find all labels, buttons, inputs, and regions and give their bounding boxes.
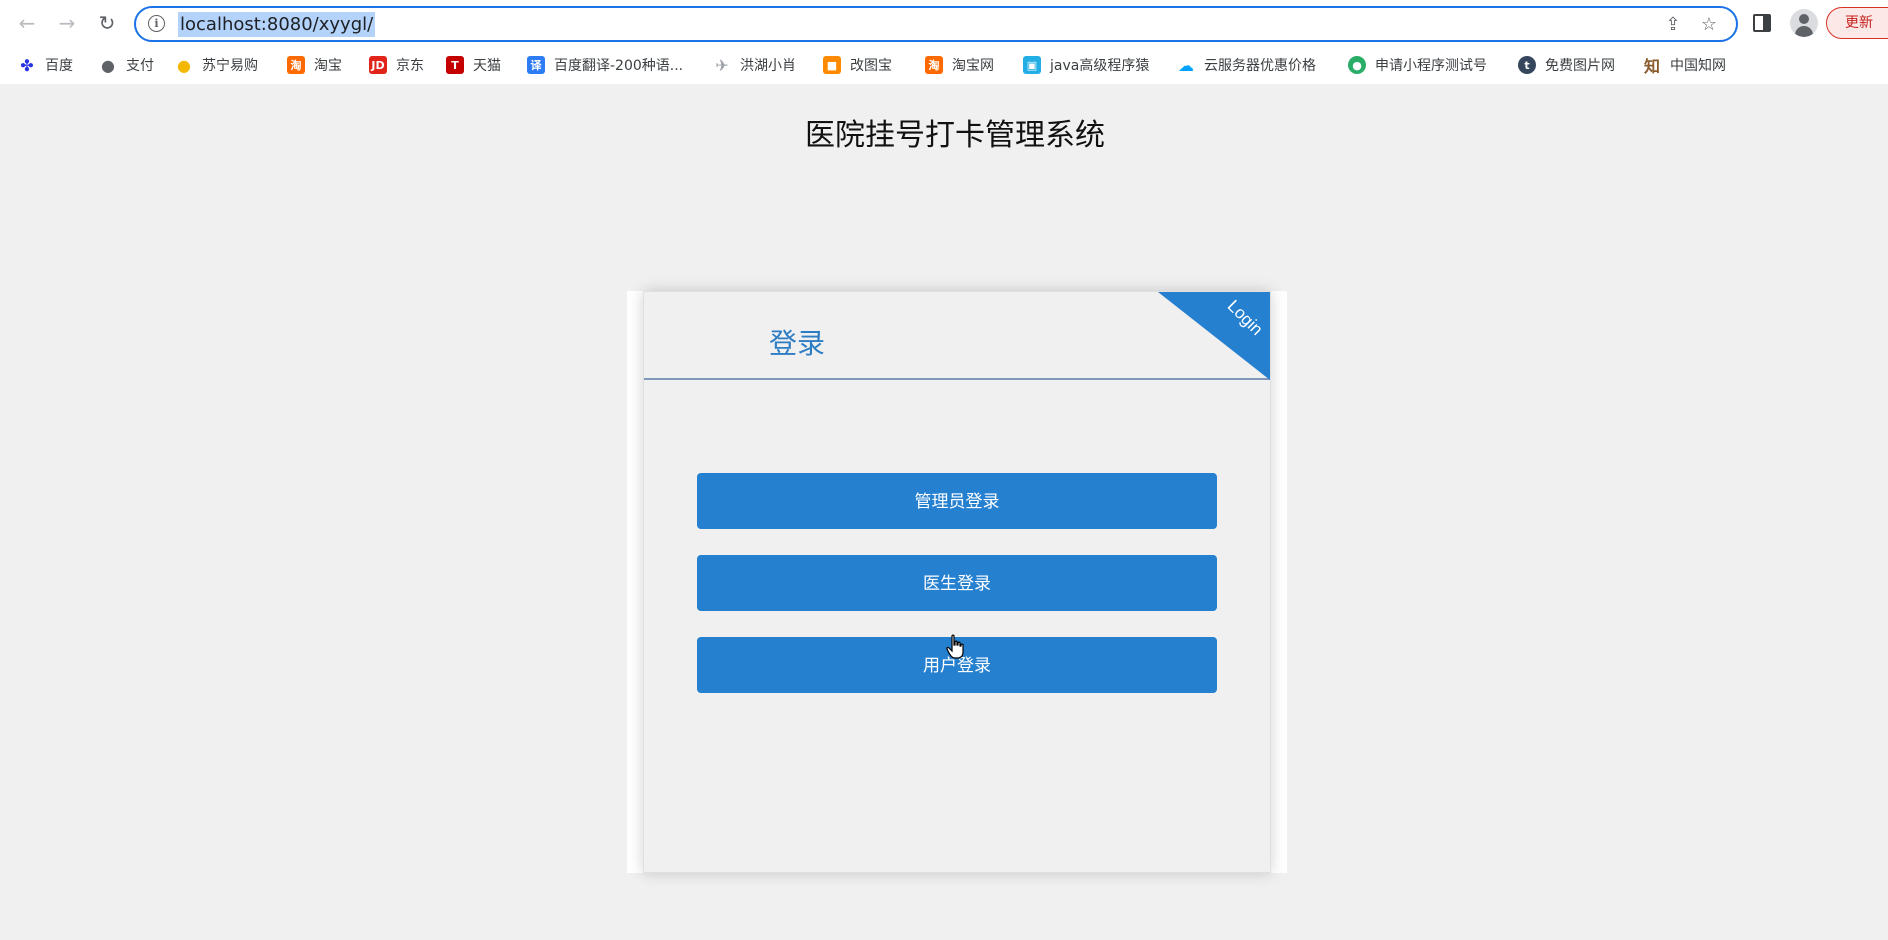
cloud-icon: ☁ [1178, 55, 1194, 75]
admin-login-button[interactable]: 管理员登录 [697, 473, 1217, 529]
bookmark-label: 免费图片网 [1545, 58, 1615, 74]
reload-icon[interactable]: ↻ [94, 10, 120, 36]
tmall-icon: T [446, 56, 464, 74]
bookmark-star-icon[interactable]: ☆ [1698, 14, 1720, 36]
taobao-icon: 淘 [287, 56, 305, 74]
bookmark-label: 京东 [396, 58, 424, 74]
bookmark-label: java高级程序猿 [1050, 58, 1150, 74]
bookmark-label: 中国知网 [1670, 58, 1726, 74]
wechat-icon: ● [1348, 56, 1366, 74]
bilibili-tv-icon: ▣ [1023, 56, 1041, 74]
bookmark-label: 洪湖小肖 [740, 58, 796, 74]
bookmark-label: 苏宁易购 [202, 58, 258, 74]
hand-pointer-cursor-icon [946, 634, 964, 659]
bookmark-label: 云服务器优惠价格 [1204, 58, 1316, 74]
suning-lion-icon: ● [177, 55, 191, 75]
taobao-net-icon: 淘 [925, 56, 943, 74]
forward-arrow-icon[interactable]: → [54, 10, 80, 36]
login-card-header: 登录 Login [644, 292, 1270, 380]
update-button[interactable]: 更新 [1826, 7, 1888, 39]
bookmark-item[interactable]: ■ 改图宝 [823, 54, 892, 76]
bookmark-item[interactable]: ● 支付 [99, 54, 154, 76]
bookmark-label: 改图宝 [850, 58, 892, 74]
bookmark-item[interactable]: ● 苏宁易购 [175, 54, 258, 76]
bookmark-label: 百度 [45, 58, 73, 74]
profile-avatar-icon[interactable] [1790, 9, 1818, 37]
baidu-paw-icon: ✤ [20, 55, 34, 75]
translate-icon: 译 [527, 56, 545, 74]
bookmark-item[interactable]: 淘淘宝 [287, 54, 342, 76]
bookmark-item[interactable]: t 免费图片网 [1518, 54, 1615, 76]
bookmark-item[interactable]: ☁ 云服务器优惠价格 [1177, 54, 1316, 76]
bookmark-item[interactable]: ● 申请小程序测试号 [1348, 54, 1487, 76]
bookmark-label: 淘宝 [314, 58, 342, 74]
bookmark-item[interactable]: ✤ 百度 [18, 54, 73, 76]
bookmark-item[interactable]: JD 京东 [369, 54, 424, 76]
globe-icon: ● [101, 55, 115, 75]
share-icon[interactable]: ⇪ [1662, 14, 1684, 36]
jd-icon: JD [369, 56, 387, 74]
url-text[interactable]: localhost:8080/xyygl/ [178, 12, 376, 37]
bookmark-item[interactable]: ✈ 洪湖小肖 [713, 54, 796, 76]
bookmark-item[interactable]: T 天猫 [446, 54, 501, 76]
bookmarks-bar: ✤ 百度 ● 支付 ● 苏宁易购淘淘宝 JD 京东 T 天猫译百度翻译-200种语... ✈ 洪湖小肖… [0, 46, 1888, 84]
page-title: 医院挂号打卡管理系统 [805, 118, 1105, 153]
browser-toolbar: ← → ↻ i localhost:8080/xyygl/ ⇪ ☆ 更新 [0, 0, 1888, 46]
address-bar[interactable]: i localhost:8080/xyygl/ ⇪ ☆ [134, 6, 1738, 42]
bookmark-item[interactable]: 淘淘宝网 [925, 54, 994, 76]
login-card: 登录 Login 管理员登录 医生登录 用户登录 [643, 291, 1271, 873]
rocket-icon: ✈ [715, 55, 729, 75]
bookmark-label: 申请小程序测试号 [1375, 58, 1487, 74]
gaitubao-icon: ■ [823, 56, 841, 74]
tumblr-icon: t [1518, 56, 1536, 74]
bookmark-label: 支付 [126, 58, 154, 74]
login-heading: 登录 [769, 327, 826, 360]
bookmark-label: 天猫 [473, 58, 501, 74]
bookmark-item[interactable]: 知中国知网 [1643, 54, 1726, 76]
cnki-icon: 知 [1643, 57, 1660, 76]
doctor-login-button[interactable]: 医生登录 [697, 555, 1217, 611]
bookmark-item[interactable]: 译百度翻译-200种语... [527, 54, 683, 76]
bookmark-item[interactable]: ▣ java高级程序猿 [1023, 54, 1149, 76]
bookmark-label: 淘宝网 [952, 58, 994, 74]
bookmark-label: 百度翻译-200种语... [554, 58, 684, 74]
side-panel-icon[interactable] [1753, 14, 1771, 32]
site-info-icon[interactable]: i [148, 15, 165, 32]
back-arrow-icon[interactable]: ← [14, 10, 40, 36]
